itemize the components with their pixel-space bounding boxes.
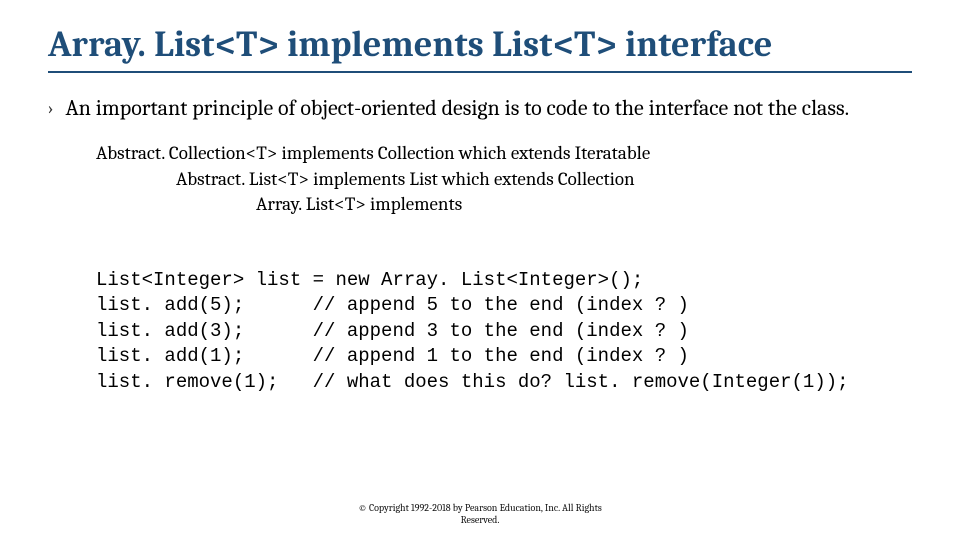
slide-title: Array. List<T> implements List<T> interf…	[48, 24, 912, 73]
bullet-icon: ›	[48, 95, 53, 123]
code-line-1: List<Integer> list = new Array. List<Int…	[96, 269, 643, 291]
footer-line-1: © Copyright 1992-2018 by Pearson Educati…	[0, 502, 960, 514]
code-line-4: list. add(1); // append 1 to the end (in…	[96, 345, 689, 367]
hierarchy-line-1: Abstract. Collection<T> implements Colle…	[96, 141, 912, 167]
slide: Array. List<T> implements List<T> interf…	[0, 0, 960, 540]
bullet-text: An important principle of object-oriente…	[65, 95, 849, 123]
hierarchy-line-3: Array. List<T> implements	[96, 192, 912, 218]
code-line-5: list. remove(1); // what does this do? l…	[96, 371, 849, 393]
copyright-footer: © Copyright 1992-2018 by Pearson Educati…	[0, 502, 960, 526]
class-hierarchy: Abstract. Collection<T> implements Colle…	[96, 141, 912, 218]
code-block: List<Integer> list = new Array. List<Int…	[96, 242, 912, 421]
hierarchy-line-2: Abstract. List<T> implements List which …	[96, 167, 912, 193]
bullet-item: › An important principle of object-orien…	[48, 95, 912, 123]
footer-line-2: Reserved.	[0, 514, 960, 526]
code-line-2: list. add(5); // append 5 to the end (in…	[96, 294, 689, 316]
slide-body: › An important principle of object-orien…	[48, 95, 912, 421]
code-line-3: list. add(3); // append 3 to the end (in…	[96, 320, 689, 342]
